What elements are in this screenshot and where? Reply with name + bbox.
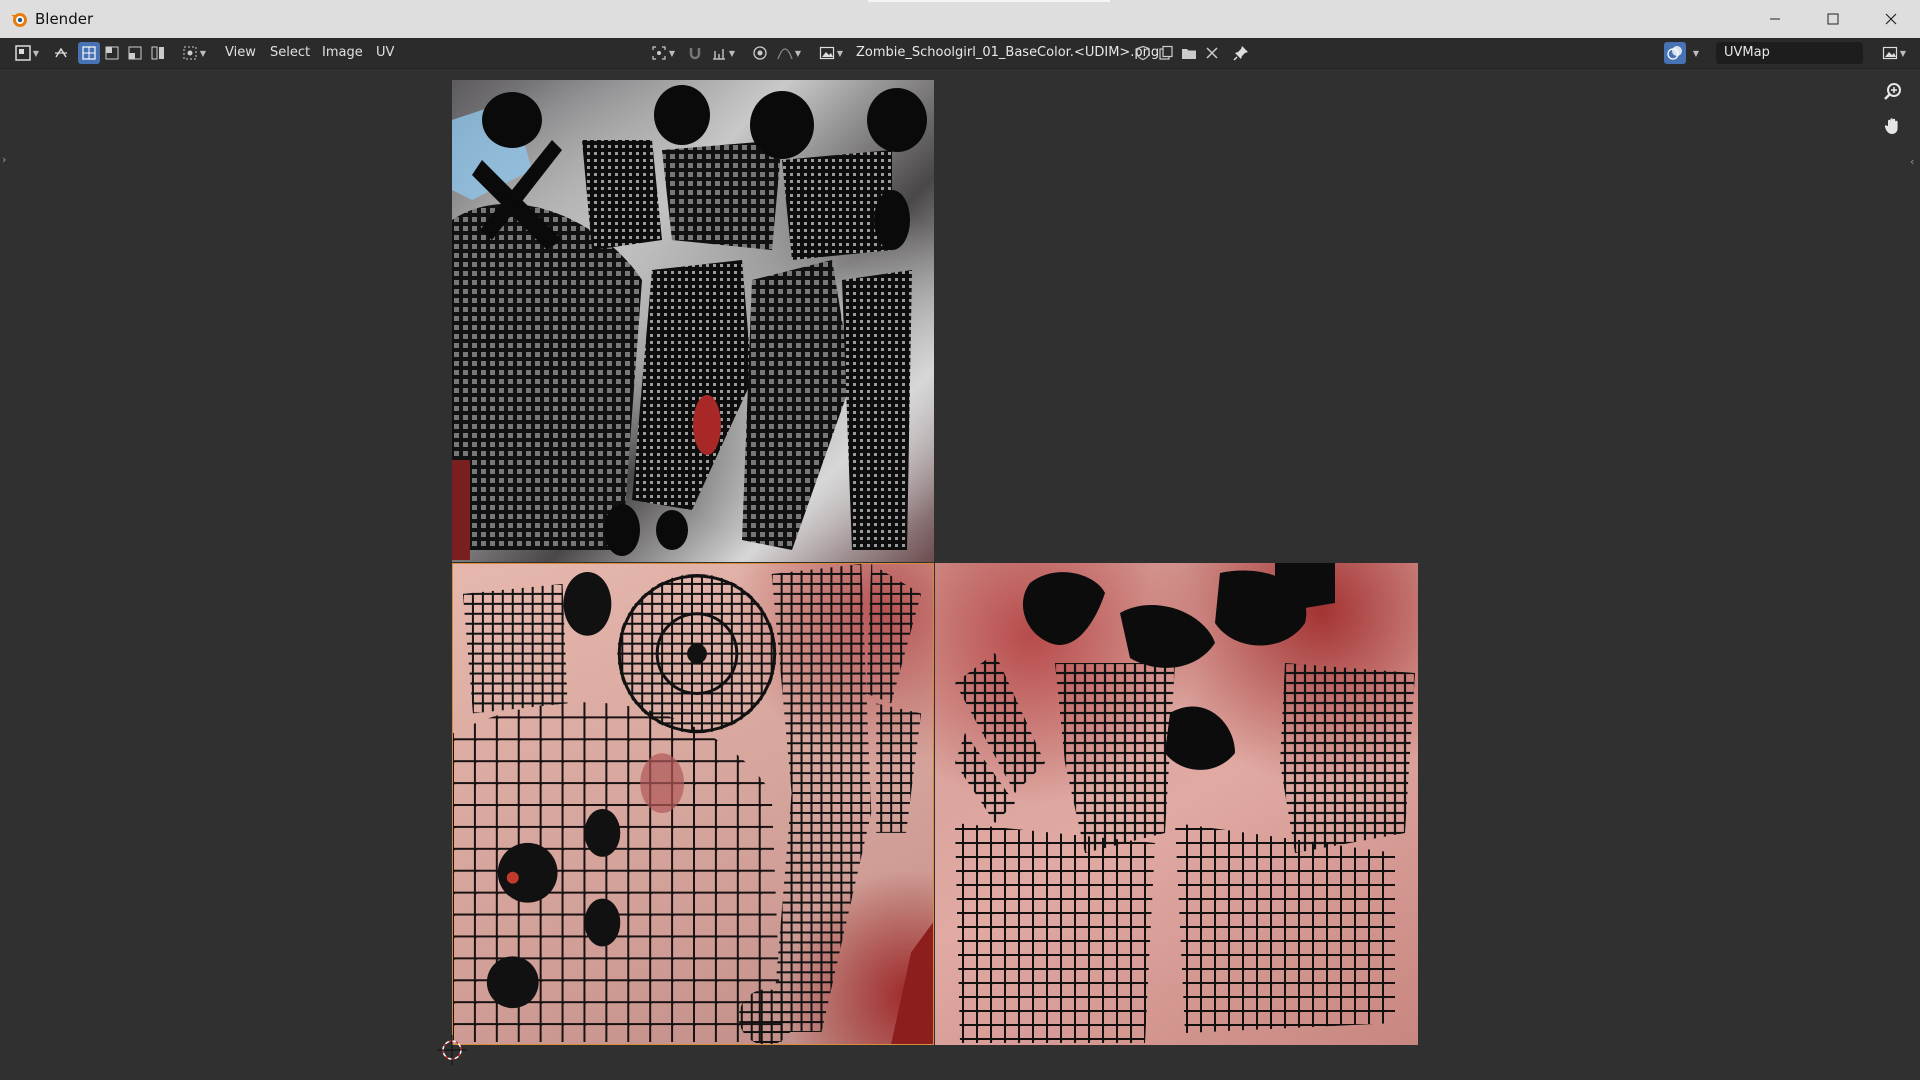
falloff-dropdown[interactable]: ▼	[774, 42, 804, 64]
open-image-button[interactable]	[1179, 42, 1199, 64]
new-image-button[interactable]	[1156, 42, 1176, 64]
snap-toggle[interactable]	[685, 42, 705, 64]
uv-mesh-islands-bottom-left	[453, 564, 933, 1044]
overlays-icon	[1667, 46, 1682, 60]
uv-editor-viewport[interactable]: › ‹	[0, 69, 1920, 1080]
chevron-down-icon: ▼	[836, 48, 844, 58]
pin-icon	[1233, 46, 1248, 61]
snap-target-dropdown[interactable]: ▼	[708, 42, 738, 64]
sidebar-expand-arrow-icon[interactable]: ‹	[1910, 155, 1914, 168]
toolbar-expand-arrow-icon[interactable]: ›	[2, 153, 6, 166]
close-icon	[1885, 13, 1897, 25]
chevron-down-icon: ▼	[1692, 48, 1700, 58]
sticky-selection-dropdown[interactable]: ▼	[178, 42, 210, 64]
face-select-icon	[128, 46, 142, 60]
open-folder-icon	[1182, 49, 1196, 59]
chevron-down-icon: ▼	[199, 48, 207, 58]
udim-tile-top-left[interactable]	[452, 80, 934, 562]
island-select-icon	[151, 46, 164, 60]
face-select-button[interactable]	[124, 42, 146, 64]
new-image-icon	[1159, 45, 1173, 60]
pin-image-button[interactable]	[1231, 42, 1251, 64]
2d-cursor-icon[interactable]	[437, 1035, 467, 1065]
titlebar-highlight	[868, 0, 1110, 2]
minimize-button[interactable]	[1746, 0, 1804, 38]
image-name-field[interactable]: Zombie_Schoolgirl_01_BaseColor.<UDIM>.pn…	[848, 43, 1159, 63]
uv-map-field[interactable]: UVMap	[1716, 42, 1863, 64]
zoom-icon	[1884, 83, 1901, 100]
menu-image[interactable]: Image	[322, 45, 363, 60]
minimize-icon	[1770, 18, 1780, 20]
proportional-edit-icon	[753, 46, 767, 60]
menu-select[interactable]: Select	[270, 45, 310, 60]
pivot-point-dropdown[interactable]: ▼	[648, 42, 678, 64]
maximize-button[interactable]	[1804, 0, 1862, 38]
island-select-button[interactable]	[147, 42, 169, 64]
chevron-down-icon: ▼	[32, 48, 40, 58]
edge-select-button[interactable]	[101, 42, 123, 64]
pivot-point-icon	[652, 46, 666, 60]
udim-tile-bottom-left[interactable]	[452, 563, 934, 1045]
udim-tile-bottom-right[interactable]	[935, 563, 1418, 1045]
overlays-toggle[interactable]	[1664, 42, 1686, 64]
falloff-curve-icon	[777, 48, 793, 60]
vertex-select-button[interactable]	[78, 42, 100, 64]
sync-selection-toggle[interactable]	[50, 42, 72, 64]
fake-user-button[interactable]	[1133, 42, 1153, 64]
uv-mesh-islands-bottom-right	[955, 563, 1415, 1043]
unlink-x-icon	[1206, 47, 1218, 59]
window-titlebar: Blender	[0, 0, 1920, 38]
vertex-select-icon	[82, 46, 96, 60]
chevron-down-icon: ▼	[1899, 48, 1907, 58]
proportional-edit-toggle[interactable]	[750, 42, 770, 64]
snap-target-icon	[712, 49, 725, 60]
uv-editor-header: ▼ ▼ View Select Image UV ▼ ▼ ▼ ▼ Zombie_…	[0, 38, 1920, 69]
sync-selection-icon	[55, 47, 67, 58]
blender-logo-icon	[11, 13, 27, 27]
image-browse-dropdown[interactable]: ▼	[816, 42, 846, 64]
uv-editor-icon	[15, 45, 31, 61]
editor-type-button[interactable]: ▼	[10, 42, 44, 64]
chevron-down-icon: ▼	[794, 48, 802, 58]
sticky-select-icon	[183, 46, 197, 60]
image-browse-icon	[819, 46, 835, 60]
unlink-image-button[interactable]	[1202, 42, 1222, 64]
snap-magnet-icon	[689, 48, 701, 60]
close-button[interactable]	[1862, 0, 1920, 38]
menu-view[interactable]: View	[225, 45, 256, 60]
chevron-down-icon: ▼	[728, 48, 736, 58]
pan-view-button[interactable]	[1878, 111, 1908, 141]
zoom-view-button[interactable]	[1878, 77, 1908, 107]
display-channels-icon	[1882, 46, 1898, 60]
fake-user-shield-icon	[1136, 45, 1150, 61]
hand-pan-icon	[1884, 118, 1898, 134]
edge-select-icon	[105, 46, 119, 60]
window-title: Blender	[35, 10, 94, 28]
uv-mesh-islands-top	[452, 85, 927, 560]
overlays-dropdown[interactable]: ▼	[1688, 42, 1702, 64]
display-channels-dropdown[interactable]: ▼	[1878, 42, 1910, 64]
menu-uv[interactable]: UV	[376, 45, 394, 60]
maximize-icon	[1827, 13, 1839, 25]
chevron-down-icon: ▼	[668, 48, 676, 58]
